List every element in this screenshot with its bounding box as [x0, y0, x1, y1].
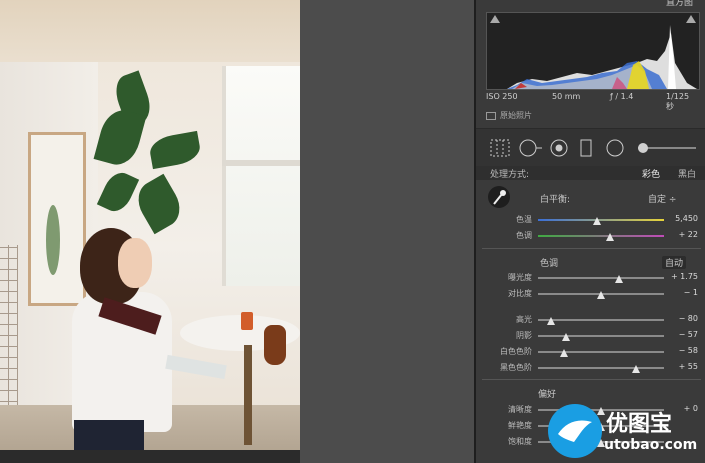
slider-label: 清晰度 [508, 405, 532, 414]
plant-leaf [147, 130, 203, 170]
original-photo-toggle[interactable]: 原始照片 [486, 110, 532, 121]
checkbox-icon[interactable] [486, 111, 496, 120]
treatment-label: 处理方式: [490, 170, 530, 180]
slider-knob[interactable] [561, 333, 570, 341]
tone-auto-button[interactable]: 自动 [662, 256, 687, 269]
slider-track[interactable] [538, 351, 664, 353]
vase [264, 325, 286, 365]
plant-leaf [93, 105, 147, 170]
slider-knob[interactable] [546, 317, 555, 325]
tab-bw[interactable]: 黑白 [678, 167, 696, 180]
presence-label: 偏好 [538, 390, 557, 400]
iso-value: ISO 250 [486, 92, 518, 101]
book [165, 354, 227, 380]
divider [482, 248, 701, 249]
slider-label: 色温 [516, 215, 532, 224]
slider-label: 对比度 [508, 289, 532, 298]
slider-label: 白色色阶 [500, 347, 532, 356]
focal-length: 50 mm [552, 92, 581, 101]
window-bar [222, 160, 300, 166]
watermark-name: 优图宝 [606, 412, 673, 437]
slider-label: 曝光度 [508, 273, 532, 282]
slider-value[interactable]: − 80 [660, 314, 698, 323]
aperture: ƒ / 1.4 [610, 92, 634, 101]
slider-value[interactable]: − 57 [660, 330, 698, 339]
ceiling [0, 0, 300, 62]
slider-value[interactable]: + 1.75 [660, 272, 698, 281]
slider-track[interactable] [538, 277, 664, 279]
watermark-url: utobao.com [604, 437, 698, 453]
workspace-background [300, 0, 474, 463]
slider-label: 高光 [516, 315, 532, 324]
slider-label: 黑色色阶 [500, 363, 532, 372]
divider [482, 379, 701, 380]
graduated-filter-icon[interactable] [580, 139, 592, 157]
slider-value[interactable]: 5,450 [660, 214, 698, 223]
radial-filter-icon[interactable] [606, 139, 624, 157]
filmstrip-edge [0, 450, 300, 463]
eyedropper-icon [493, 190, 506, 205]
cup [241, 312, 253, 330]
slider-track[interactable] [538, 335, 664, 337]
lightroom-window: 直方图 ISO 250 50 mm ƒ / 1.4 1/125 秒 原始照片 处… [0, 0, 705, 463]
watermark-logo-icon [548, 404, 602, 458]
treatment-header: 处理方式: 彩色 黑白 [476, 166, 705, 180]
photo-preview[interactable] [0, 0, 300, 450]
slider-label: 饱和度 [508, 437, 532, 446]
slider-label: 阴影 [516, 331, 532, 340]
red-eye-icon[interactable] [550, 139, 568, 157]
develop-panel: 直方图 ISO 250 50 mm ƒ / 1.4 1/125 秒 原始照片 处… [474, 0, 705, 463]
shutter: 1/125 秒 [666, 92, 690, 111]
white-balance-label: 白平衡: [540, 195, 571, 205]
frame-art [46, 205, 60, 275]
plant-leaf [130, 173, 188, 235]
tool-strip [476, 128, 705, 168]
histogram-title: 直方图 [665, 0, 693, 8]
spot-removal-icon[interactable] [519, 139, 543, 157]
white-balance-select[interactable]: 自定 ÷ [648, 192, 676, 205]
slider-value[interactable]: − 58 [660, 346, 698, 355]
slider-value[interactable]: + 55 [660, 362, 698, 371]
bird-icon [558, 420, 592, 442]
brush-slider-knob[interactable] [638, 143, 648, 153]
table-leg [244, 345, 252, 445]
slider-knob[interactable] [593, 217, 602, 225]
slider-knob[interactable] [597, 291, 605, 299]
histogram-info: ISO 250 50 mm ƒ / 1.4 1/125 秒 [486, 92, 698, 111]
plant-leaf [96, 167, 140, 217]
slider-knob[interactable] [614, 275, 623, 283]
white-balance-eyedropper[interactable] [488, 186, 510, 208]
window [222, 66, 300, 286]
skirt [74, 420, 144, 450]
slider-label: 色调 [516, 231, 532, 240]
slider-value[interactable]: − 1 [660, 288, 698, 297]
slider-track[interactable] [538, 319, 664, 321]
slider-track[interactable] [538, 367, 664, 369]
crop-grid-icon[interactable] [490, 139, 510, 157]
slider-track[interactable] [538, 235, 664, 237]
watermark: 优图宝 utobao.com [548, 404, 705, 463]
original-photo-label: 原始照片 [500, 111, 532, 120]
slider-knob[interactable] [560, 349, 569, 357]
histogram-graph [507, 25, 697, 89]
face [118, 238, 152, 288]
slider-knob[interactable] [632, 365, 641, 373]
photo-preview-area [0, 0, 300, 463]
slider-knob[interactable] [605, 233, 614, 241]
slider-label: 鲜艳度 [508, 421, 532, 430]
slider-value[interactable]: + 22 [660, 230, 698, 239]
histogram-header[interactable]: 直方图 [476, 0, 705, 10]
histogram[interactable] [486, 12, 700, 90]
tone-label: 色调 [540, 259, 559, 269]
tab-color[interactable]: 彩色 [642, 167, 660, 180]
